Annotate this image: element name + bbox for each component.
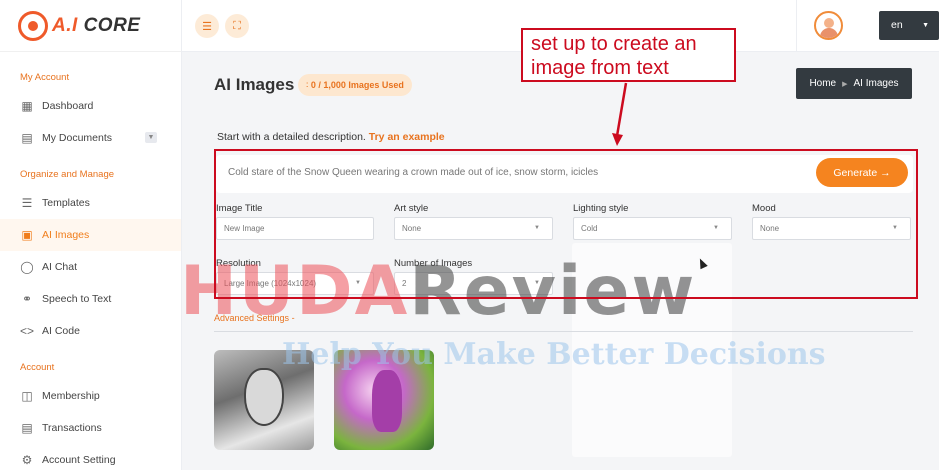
sidebar-item-templates[interactable]: ☰ Templates (0, 187, 181, 219)
sidebar-item-label: AI Code (42, 325, 80, 337)
sidebar-item-ai-code[interactable]: <> AI Code (0, 315, 181, 347)
sidebar-item-label: Membership (42, 390, 100, 402)
logo-eye-icon (18, 10, 48, 41)
sidebar-item-speech-to-text[interactable]: ⚭ Speech to Text (0, 283, 181, 315)
chevron-down-icon: ▼ (534, 225, 540, 231)
sidebar-item-label: Dashboard (42, 100, 94, 112)
sidebar-item-label: Account Setting (42, 454, 116, 466)
prompt-input[interactable]: Cold stare of the Snow Queen wearing a c… (216, 155, 913, 193)
settings-icon: ⚙ (21, 453, 33, 467)
list-icon: ▤ (21, 421, 33, 435)
language-label: en (891, 19, 903, 31)
annotation-callout: set up to create an image from text (521, 28, 736, 82)
usage-badge: ∶ 0 / 1,000 Images Used (298, 74, 412, 96)
art-style-select[interactable]: None ▼ (394, 217, 553, 240)
fullscreen-icon[interactable]: ⛶ (225, 14, 249, 38)
chevron-down-icon: ▼ (922, 22, 929, 29)
breadcrumb-home[interactable]: Home (809, 78, 836, 89)
generate-button[interactable]: Generate → (816, 158, 908, 187)
logo-suffix: CORE (83, 14, 141, 36)
nav-section-my-account: My Account (20, 72, 70, 83)
try-example-link[interactable]: Try an example (369, 131, 445, 143)
chevron-down-icon: ▼ (892, 225, 898, 231)
sidebar: A.I CORE My Account ▦ Dashboard ▤ My Doc… (0, 0, 182, 470)
sidebar-item-label: Transactions (42, 422, 102, 434)
image-title-label: Image Title (216, 203, 263, 214)
grid-icon: ▦ (21, 99, 33, 113)
nav-section-organize: Organize and Manage (20, 169, 115, 180)
chevron-right-icon: ▶ (842, 80, 848, 88)
sidebar-item-dashboard[interactable]: ▦ Dashboard (0, 90, 181, 122)
lighting-style-select[interactable]: Cold ▼ (573, 217, 732, 240)
mood-label: Mood (752, 203, 776, 214)
art-style-label: Art style (394, 203, 429, 214)
prompt-text: Cold stare of the Snow Queen wearing a c… (228, 167, 599, 178)
page-title: AI Images (214, 75, 295, 94)
language-select[interactable]: en ▼ (879, 11, 939, 40)
sidebar-item-transactions[interactable]: ▤ Transactions (0, 412, 181, 444)
chart-icon: ∶ (306, 80, 309, 90)
watermark-logo: HUDAReview (180, 252, 697, 331)
document-icon: ▤ (21, 131, 33, 145)
chevron-down-icon: ▼ (713, 225, 719, 231)
mood-select[interactable]: None ▼ (752, 217, 911, 240)
sidebar-item-ai-chat[interactable]: ◯ AI Chat (0, 251, 181, 283)
chat-icon: ◯ (20, 260, 34, 274)
hamburger-icon[interactable]: ☰ (195, 14, 219, 38)
image-icon: ▣ (21, 228, 33, 242)
usage-badge-text: 0 / 1,000 Images Used (310, 80, 404, 90)
sidebar-item-label: My Documents (42, 132, 113, 144)
brand-logo[interactable]: A.I CORE (0, 0, 181, 52)
sidebar-item-account-setting[interactable]: ⚙ Account Setting (0, 444, 181, 470)
sidebar-item-ai-images[interactable]: ▣ AI Images (0, 219, 181, 251)
chevron-down-icon[interactable]: ▼ (145, 132, 157, 143)
logo-prefix: A.I (52, 14, 78, 36)
sidebar-item-label: Speech to Text (42, 293, 112, 305)
watermark-tagline: Help You Make Better Decisions (282, 337, 826, 372)
sidebar-item-label: AI Images (42, 229, 90, 241)
image-title-input[interactable]: New Image (216, 217, 374, 240)
sidebar-item-my-documents[interactable]: ▤ My Documents ▼ (0, 122, 181, 154)
avatar[interactable] (814, 11, 843, 40)
description-label: Start with a detailed description. Try a… (217, 131, 445, 143)
headphones-icon: ⚭ (21, 292, 33, 306)
breadcrumb-current: AI Images (853, 78, 899, 89)
sidebar-item-label: AI Chat (42, 261, 78, 273)
code-icon: <> (20, 324, 35, 338)
nav-section-account: Account (20, 362, 55, 373)
breadcrumb: Home ▶ AI Images (796, 68, 912, 99)
divider (214, 331, 913, 332)
gift-icon: ◫ (21, 389, 33, 403)
sidebar-item-membership[interactable]: ◫ Membership (0, 380, 181, 412)
topbar-divider (796, 0, 797, 52)
arrow-right-icon: → (880, 166, 891, 179)
sidebar-item-label: Templates (42, 197, 90, 209)
layers-icon: ☰ (21, 196, 33, 210)
lighting-style-label: Lighting style (573, 203, 629, 214)
